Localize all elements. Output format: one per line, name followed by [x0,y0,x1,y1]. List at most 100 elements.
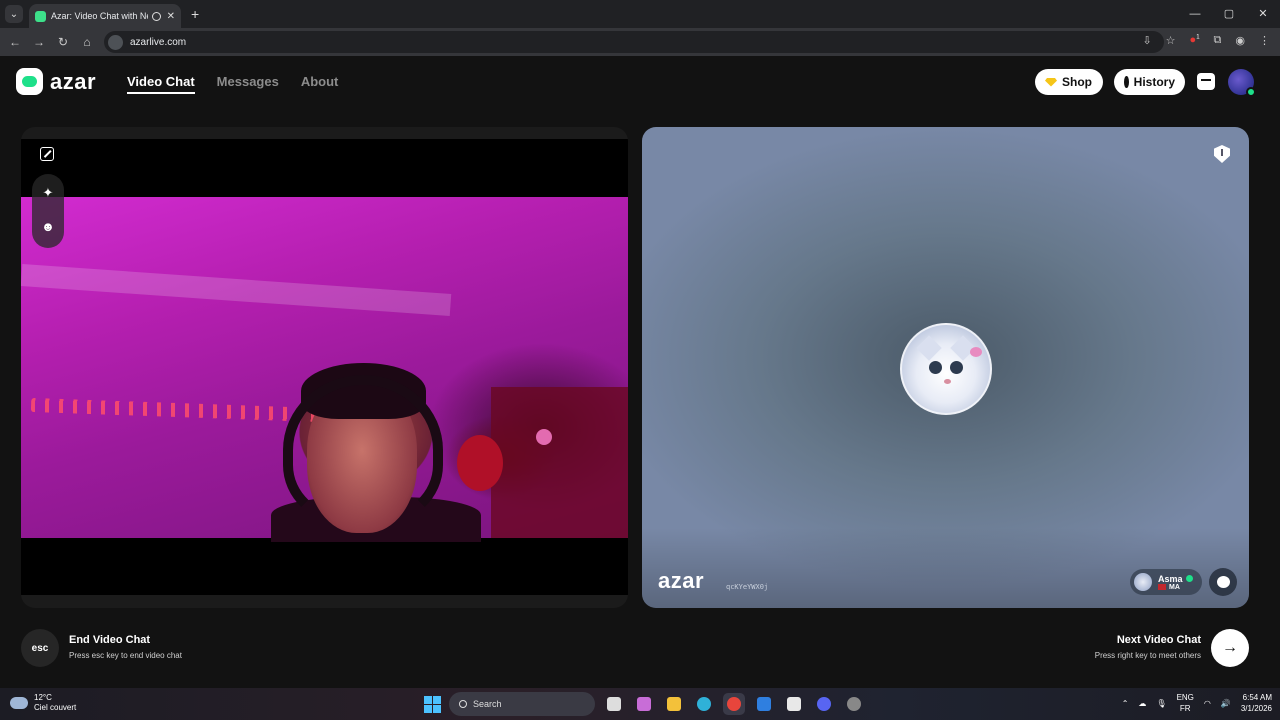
session-id: qcKYeYWX0j [726,583,769,591]
language-indicator[interactable]: ENG FR [1177,692,1194,714]
restore-button[interactable]: ▢ [1212,0,1246,28]
video-tools: ✦ ☻ [32,174,64,248]
peer-profile-chip[interactable]: Asma MA [1130,569,1202,595]
window-controls: — ▢ ✕ [1178,0,1280,28]
home-icon[interactable]: ⌂ [75,35,99,49]
face-filter-icon[interactable]: ☻ [41,220,55,234]
azar-watermark: azar [658,568,705,593]
browser-tab-azar[interactable]: Azar: Video Chat with New ✕ [29,4,181,28]
wifi-icon[interactable]: ◠ [1204,699,1211,708]
address-bar[interactable]: azarlive.com [104,31,1164,53]
tab-search-chevron-icon[interactable]: ⌄ [5,5,23,23]
peer-country: MA [1169,583,1180,591]
browser-toolbar: ← → ↻ ⌂ azarlive.com ⇩ ☆ ●1 ⧉ ◉ ⋮ [0,28,1280,56]
extensions-puzzle-icon[interactable]: ⧉ [1214,34,1222,47]
online-status-icon [1246,87,1256,97]
back-arrow-icon[interactable]: ← [3,35,27,49]
peer-name: Asma [1158,573,1183,584]
browser-tab-bar: ⌄ Azar: Video Chat with New ✕ + — ▢ ✕ [0,0,1280,28]
ceiling-molding [21,264,452,316]
windows-taskbar: 12°C Ciel couvert Search ⌃ ☁ 🎙 ENG FR ◠ … [0,688,1280,720]
azar-page: azar Video Chat Messages About Shop Hist… [0,56,1280,688]
peer-avatar-cat [900,323,992,415]
copilot-icon[interactable] [633,693,655,715]
mic-icon[interactable]: 🎙 [1156,699,1166,708]
lang-bottom: FR [1179,704,1191,713]
end-chat-esc-button[interactable]: esc [21,629,59,667]
expand-icon[interactable] [40,147,54,161]
weather-widget[interactable]: 12°C Ciel couvert [10,693,76,713]
profile-icon[interactable]: ◉ [1235,34,1245,47]
install-app-icon[interactable]: ⇩ [1142,34,1151,47]
magic-wand-icon[interactable]: ✦ [41,186,55,200]
end-chat-text: End Video Chat Press esc key to end vide… [69,634,182,660]
site-info-icon[interactable] [108,34,123,50]
tab-close-icon[interactable]: ✕ [167,11,175,22]
history-button[interactable]: History [1114,69,1185,95]
store-icon[interactable] [783,693,805,715]
peer-video-gradient [642,528,1249,608]
search-icon [459,700,467,708]
wall-pin [536,429,552,445]
peer-small-avatar [1134,573,1152,591]
shop-label: Shop [1062,75,1092,89]
edge-icon[interactable] [693,693,715,715]
end-chat-title: End Video Chat [69,634,151,646]
report-shield-icon[interactable] [1214,145,1230,163]
weather-condition: Ciel couvert [34,703,77,712]
end-chat-hint: Press esc key to end video chat [69,651,182,660]
lang-top: ENG [1176,693,1194,702]
background-door [491,387,628,538]
person-headset [283,375,443,525]
extension-icon[interactable]: ●1 [1190,34,1200,47]
top-nav: azar Video Chat Messages About Shop Hist… [0,56,1280,108]
next-chat-text: Next Video Chat Press right key to meet … [1095,634,1201,660]
tray-chevron-icon[interactable]: ⌃ [1122,699,1129,708]
tab-title: Azar: Video Chat with New [51,11,148,21]
chrome-icon[interactable] [723,693,745,715]
browser-menu-icon[interactable]: ⋮ [1259,34,1270,47]
file-explorer-icon[interactable] [663,693,685,715]
extension-area: ⇩ ☆ ●1 ⧉ ◉ ⋮ [1142,34,1270,47]
history-label: History [1133,75,1175,89]
forward-arrow-icon[interactable]: → [27,35,51,49]
led-strip [30,397,322,423]
shop-button[interactable]: Shop [1035,69,1103,95]
minimize-button[interactable]: — [1178,0,1212,28]
next-chat-title: Next Video Chat [1116,634,1201,646]
azar-favicon-icon [35,10,46,22]
app-icon[interactable] [843,693,865,715]
chat-bubble-button[interactable] [1209,568,1237,596]
onedrive-icon[interactable]: ☁ [1138,699,1146,708]
clock-icon [1124,76,1129,88]
bookmark-star-icon[interactable]: ☆ [1166,34,1176,47]
azar-logo[interactable]: azar [16,68,96,95]
nav-link-video-chat[interactable]: Video Chat [127,74,195,94]
taskbar-search[interactable]: Search [449,692,595,716]
reload-icon[interactable]: ↻ [51,35,75,49]
task-view-icon[interactable] [603,693,625,715]
nav-link-about[interactable]: About [301,74,339,94]
discord-icon[interactable] [813,693,835,715]
next-chat-button[interactable]: → [1211,629,1249,667]
time: 6:54 AM [1242,693,1272,702]
morocco-flag-icon [1158,584,1166,590]
gem-icon [1045,77,1057,87]
temperature: 12°C [34,693,52,702]
clock[interactable]: 6:54 AM 3/1/2026 [1241,692,1272,714]
mail-icon[interactable] [753,693,775,715]
taskbar-apps: Search [424,692,865,716]
nav-links: Video Chat Messages About [127,74,338,94]
volume-icon[interactable]: 🔊 [1221,699,1231,708]
inbox-icon[interactable] [1197,73,1215,90]
my-video-panel: ✦ ☻ [21,127,628,608]
verified-badge-icon [1185,574,1193,582]
windows-start-icon[interactable] [424,695,441,713]
extension-badge: 1 [1196,34,1200,41]
user-avatar[interactable] [1228,69,1256,97]
close-window-button[interactable]: ✕ [1246,0,1280,28]
url-text: azarlive.com [130,36,187,48]
my-camera-feed [21,197,628,542]
nav-link-messages[interactable]: Messages [217,74,279,94]
new-tab-button[interactable]: + [191,6,199,22]
